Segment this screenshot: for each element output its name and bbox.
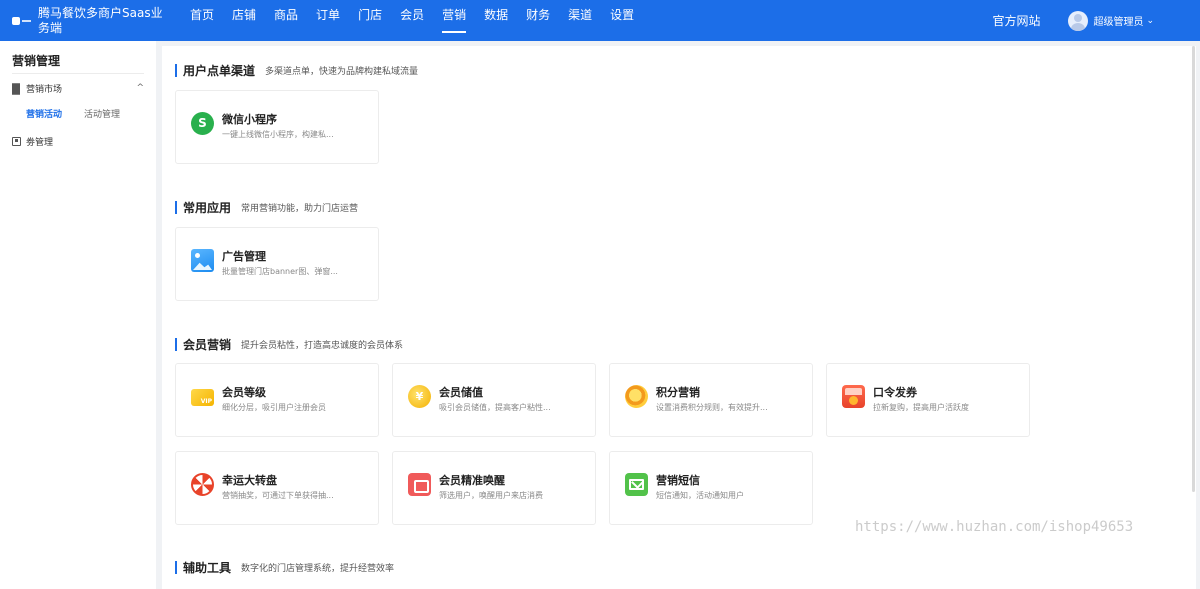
- nav-item-members[interactable]: 会员: [391, 0, 433, 41]
- card-desc: 设置消费积分规则，有效提升...: [656, 403, 768, 412]
- coin-icon: [408, 385, 431, 408]
- sidebar-group-label: 营销市场: [26, 84, 63, 95]
- card-desc: 短信通知，活动通知用户: [656, 491, 744, 500]
- section-accent-bar: [175, 561, 177, 574]
- top-right: 官方网站 超级管理员 ⌄: [992, 10, 1200, 31]
- chevron-up-icon[interactable]: ^: [136, 83, 144, 93]
- nav-item-stores[interactable]: 门店: [349, 0, 391, 41]
- section-desc: 提升会员粘性，打造高忠诚度的会员体系: [241, 341, 404, 351]
- sidebar-group-label: 劵管理: [26, 137, 54, 148]
- card-title: 营销短信: [656, 474, 700, 487]
- card-desc: 营销抽奖，可通过下单获得抽...: [222, 491, 334, 500]
- brand[interactable]: 腾马餐饮多商户Saas业务端: [0, 6, 165, 36]
- points-icon: [625, 385, 648, 408]
- card-wechat-miniprogram[interactable]: 微信小程序 一键上线微信小程序，构建私...: [175, 90, 379, 164]
- official-site-link[interactable]: 官方网站: [992, 12, 1040, 29]
- sidebar-item-marketing-activity[interactable]: 营销活动: [26, 107, 62, 120]
- card-desc: 批量管理门店banner图、弹窗...: [222, 267, 338, 276]
- card-desc: 一键上线微信小程序，构建私...: [222, 130, 334, 139]
- coupon-code-icon: [842, 385, 865, 408]
- nav-item-goods[interactable]: 商品: [265, 0, 307, 41]
- nav-item-orders[interactable]: 订单: [307, 0, 349, 41]
- card-title: 广告管理: [222, 250, 266, 263]
- sidebar-item-activity-management[interactable]: 活动管理: [84, 107, 120, 120]
- user-name[interactable]: 超级管理员: [1093, 13, 1143, 28]
- card-coupon-code[interactable]: 口令发券 拉新复购，提高用户活跃度: [826, 363, 1030, 437]
- section-title: 常用应用: [183, 201, 232, 215]
- sidebar-group-marketing-market[interactable]: 营销市场 ^: [0, 74, 156, 102]
- nav-item-marketing[interactable]: 营销: [433, 0, 475, 41]
- card-title: 微信小程序: [222, 113, 277, 126]
- grid-icon: [12, 82, 21, 95]
- card-desc: 吸引会员储值，提高客户粘性...: [439, 403, 551, 412]
- section-title: 辅助工具: [183, 561, 232, 575]
- sidebar-group-coupons[interactable]: 劵管理: [0, 127, 156, 155]
- card-title: 积分营销: [656, 386, 700, 399]
- nav-item-channels[interactable]: 渠道: [559, 0, 601, 41]
- card-desc: 筛选用户，唤醒用户来店消费: [439, 491, 543, 500]
- section-accent-bar: [175, 201, 177, 214]
- card-lucky-wheel[interactable]: 幸运大转盘 营销抽奖，可通过下单获得抽...: [175, 451, 379, 525]
- nav-item-finance[interactable]: 财务: [517, 0, 559, 41]
- card-points-marketing[interactable]: 积分营销 设置消费积分规则，有效提升...: [609, 363, 813, 437]
- sidebar: 营销管理 营销市场 ^ 营销活动 活动管理 劵管理: [0, 41, 156, 589]
- section-desc: 多渠道点单，快速为品牌构建私域流量: [265, 67, 419, 77]
- sms-icon: [625, 473, 648, 496]
- chevron-down-icon[interactable]: ⌄: [1146, 16, 1154, 26]
- main-content: 用户点单渠道 多渠道点单，快速为品牌构建私域流量 微信小程序 一键上线微信小程序…: [162, 46, 1196, 589]
- card-title: 幸运大转盘: [222, 474, 277, 487]
- card-ad-management[interactable]: 广告管理 批量管理门店banner图、弹窗...: [175, 227, 379, 301]
- section-desc: 常用营销功能，助力门店运营: [241, 204, 359, 214]
- section-header-order-channels: 用户点单渠道 多渠道点单，快速为品牌构建私域流量: [175, 62, 418, 79]
- card-desc: 细化分层，吸引用户注册会员: [222, 403, 326, 412]
- vip-card-icon: [191, 389, 214, 406]
- brand-title: 腾马餐饮多商户Saas业务端: [38, 5, 163, 35]
- section-desc: 数字化的门店管理系统，提升经营效率: [241, 564, 395, 574]
- scrollbar[interactable]: [1192, 46, 1195, 492]
- card-member-wakeup[interactable]: 会员精准唤醒 筛选用户，唤醒用户来店消费: [392, 451, 596, 525]
- card-title: 会员精准唤醒: [439, 474, 505, 487]
- wechat-miniprogram-icon: [191, 112, 214, 135]
- card-marketing-sms[interactable]: 营销短信 短信通知，活动通知用户: [609, 451, 813, 525]
- sidebar-title: 营销管理: [12, 54, 61, 68]
- card-desc: 拉新复购，提高用户活跃度: [873, 403, 969, 412]
- card-title: 会员储值: [439, 386, 483, 399]
- image-icon: [191, 249, 214, 272]
- watermark: https://www.huzhan.com/ishop49653: [855, 519, 1134, 535]
- avatar[interactable]: [1068, 10, 1089, 31]
- nav-item-settings[interactable]: 设置: [601, 0, 643, 41]
- nav-item-shop[interactable]: 店铺: [223, 0, 265, 41]
- brand-logo-icon: [12, 14, 32, 28]
- ticket-icon: [12, 136, 21, 146]
- nav-item-home[interactable]: 首页: [181, 0, 223, 41]
- section-accent-bar: [175, 338, 177, 351]
- section-header-member-marketing: 会员营销 提升会员粘性，打造高忠诚度的会员体系: [175, 336, 403, 353]
- card-title: 口令发券: [873, 386, 917, 399]
- section-accent-bar: [175, 64, 177, 77]
- section-title: 会员营销: [183, 338, 232, 352]
- lucky-wheel-icon: [191, 473, 214, 496]
- section-header-tools: 辅助工具 数字化的门店管理系统，提升经营效率: [175, 559, 394, 576]
- section-header-common-apps: 常用应用 常用营销功能，助力门店运营: [175, 199, 358, 216]
- main-nav: 首页 店铺 商品 订单 门店 会员 营销 数据 财务 渠道 设置: [181, 0, 643, 41]
- card-member-deposit[interactable]: 会员储值 吸引会员储值，提高客户粘性...: [392, 363, 596, 437]
- card-member-level[interactable]: 会员等级 细化分层，吸引用户注册会员: [175, 363, 379, 437]
- wake-up-icon: [408, 473, 431, 496]
- top-navbar: 腾马餐饮多商户Saas业务端 首页 店铺 商品 订单 门店 会员 营销 数据 财…: [0, 0, 1200, 41]
- nav-item-data[interactable]: 数据: [475, 0, 517, 41]
- section-title: 用户点单渠道: [183, 64, 256, 78]
- sidebar-subitems: 营销活动 活动管理: [0, 102, 156, 124]
- card-title: 会员等级: [222, 386, 266, 399]
